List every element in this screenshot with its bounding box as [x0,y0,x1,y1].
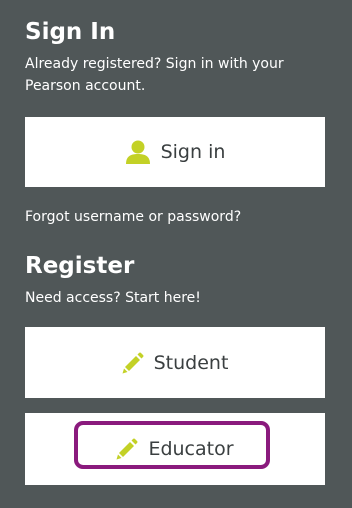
user-icon [125,140,151,164]
student-button-label: Student [153,351,229,374]
sign-in-description-line2: Pearson account. [25,78,146,94]
sign-in-description-line1: Already registered? Sign in with your [25,56,284,72]
sign-in-button[interactable]: Sign in [25,117,325,187]
pencil-icon [122,352,144,374]
register-description: Need access? Start here! [25,290,201,306]
sign-in-button-label: Sign in [160,141,226,163]
student-button[interactable]: Student [25,327,325,398]
register-heading: Register [25,253,135,279]
educator-button-label: Educator [148,438,234,460]
pencil-icon [116,438,138,460]
forgot-credentials-link[interactable]: Forgot username or password? [25,206,241,228]
educator-button[interactable]: Educator [25,413,325,485]
sign-in-heading: Sign In [25,19,116,45]
